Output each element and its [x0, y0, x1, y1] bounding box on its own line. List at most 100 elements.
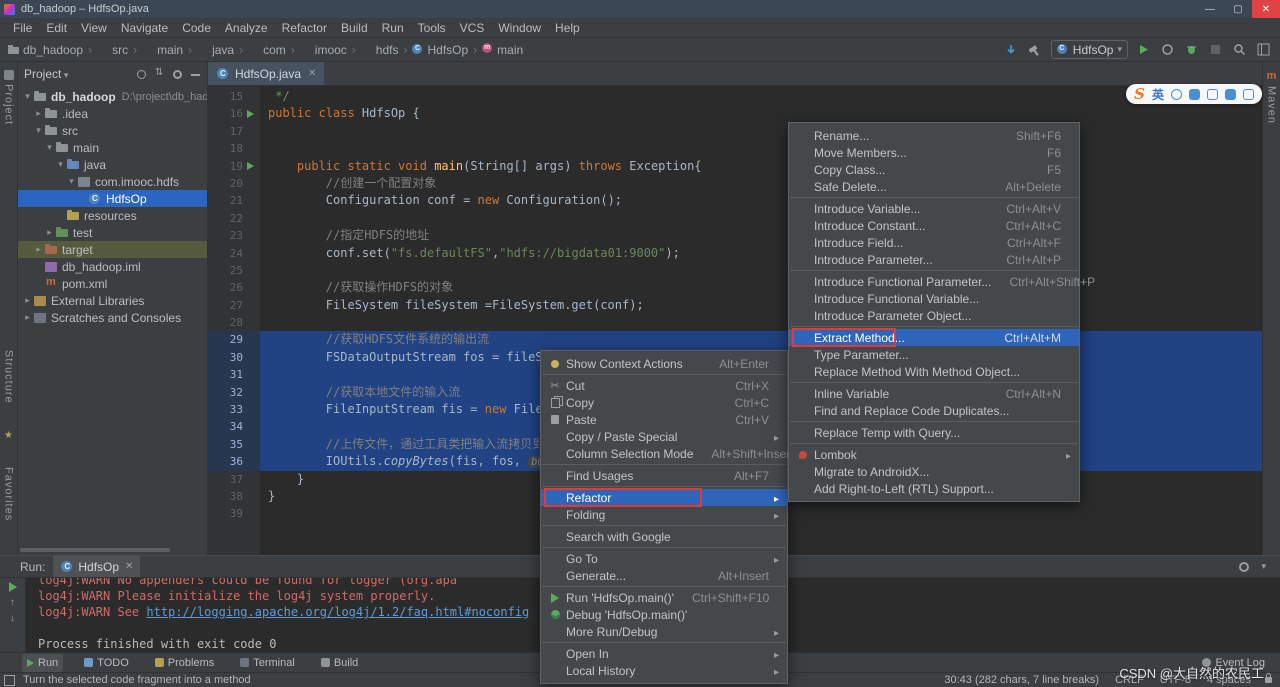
menu-bar-item[interactable]: Build	[334, 18, 375, 38]
context-menu-item[interactable]: Column Selection Mode Alt+Shift+Insert	[541, 445, 793, 462]
breadcrumb-item[interactable]: com	[248, 43, 300, 57]
run-line-icon[interactable]	[246, 110, 260, 118]
refactor-menu-item[interactable]: Migrate to AndroidX...	[789, 463, 1079, 480]
breadcrumb-item[interactable]: hdfs	[361, 43, 413, 57]
refactor-menu-item[interactable]: Introduce Parameter... Ctrl+Alt+P	[789, 251, 1079, 268]
lock-icon[interactable]	[1265, 673, 1272, 683]
project-tree-item[interactable]: db_hadoop D:\project\db_had	[18, 88, 207, 105]
refactor-menu-item[interactable]: Replace Temp with Query...	[789, 424, 1079, 441]
menu-bar-item[interactable]: VCS	[453, 18, 492, 38]
tree-chevron-icon[interactable]	[22, 312, 33, 323]
code-line[interactable]: 17	[208, 122, 1262, 141]
code-line[interactable]: 24 conf.set("fs.defaultFS","hdfs://bigda…	[208, 244, 1262, 262]
wrench-icon[interactable]	[1243, 88, 1254, 100]
project-tree-item[interactable]: db_hadoop.iml	[18, 258, 207, 275]
menu-bar-item[interactable]: Navigate	[114, 18, 175, 38]
tree-chevron-icon[interactable]	[33, 108, 44, 119]
refactor-menu-item[interactable]: Introduce Variable... Ctrl+Alt+V	[789, 200, 1079, 217]
context-menu-item[interactable]: Debug 'HdfsOp.main()'	[541, 606, 787, 623]
tree-chevron-icon[interactable]	[22, 295, 33, 306]
run-line-icon[interactable]	[246, 162, 260, 170]
code-line[interactable]: 16 public class HdfsOp {	[208, 105, 1262, 123]
project-tree-item[interactable]: com.imooc.hdfs	[18, 173, 207, 190]
menu-bar-item[interactable]: Run	[375, 18, 411, 38]
breadcrumb-item[interactable]: main	[142, 43, 197, 57]
refactor-menu-item[interactable]: Extract Method... Ctrl+Alt+M	[789, 328, 1079, 347]
minimize-button[interactable]: —	[1196, 0, 1224, 18]
up-arrow-icon[interactable]: ↑	[10, 598, 15, 608]
hide-panel-icon[interactable]	[190, 69, 201, 80]
close-button[interactable]: ✕	[1252, 0, 1280, 18]
toolbox-icon[interactable]	[1225, 88, 1236, 100]
project-tree-item[interactable]: main	[18, 139, 207, 156]
ime-toolbar[interactable]: S 英	[1126, 84, 1262, 104]
menu-bar-item[interactable]: View	[74, 18, 114, 38]
gear-icon[interactable]	[172, 69, 183, 80]
project-tree-item[interactable]: .idea	[18, 105, 207, 122]
run-configuration-select[interactable]: HdfsOp ▾	[1050, 40, 1128, 59]
tree-chevron-icon[interactable]	[44, 142, 55, 153]
menu-bar-item[interactable]: Window	[491, 18, 548, 38]
context-menu-item[interactable]: Search with Google	[541, 528, 787, 545]
refactor-menu-item[interactable]: Move Members... F6	[789, 144, 1079, 161]
code-line[interactable]: 25	[208, 261, 1262, 280]
project-tree-item[interactable]: target	[18, 241, 207, 258]
refactor-menu-item[interactable]: Introduce Functional Parameter... Ctrl+A…	[789, 273, 1095, 290]
collapse-all-icon[interactable]	[154, 67, 165, 80]
menu-bar-item[interactable]: Tools	[411, 18, 453, 38]
code-line[interactable]: 23 //指定HDFS的地址	[208, 227, 1262, 245]
breadcrumb-item[interactable]: src	[97, 43, 142, 57]
context-menu-item[interactable]: Refactor	[541, 488, 787, 507]
project-tree-item[interactable]: pom.xml	[18, 275, 207, 292]
code-line[interactable]: 27 FileSystem fileSystem =FileSystem.get…	[208, 296, 1262, 315]
status-bar-widget[interactable]: 30:43 (282 chars, 7 line breaks)	[944, 674, 1099, 686]
code-line[interactable]: 15 */	[208, 88, 1262, 106]
context-menu-item[interactable]: More Run/Debug	[541, 623, 787, 640]
coverage-button[interactable]	[1159, 41, 1176, 58]
context-menu-item[interactable]: Copy Ctrl+C	[541, 394, 787, 411]
context-menu-item[interactable]: Open In	[541, 645, 787, 662]
close-tab-icon[interactable]: ✕	[125, 561, 133, 572]
sogou-logo-icon[interactable]: S	[1134, 85, 1145, 103]
breadcrumb-item[interactable]: imooc	[300, 43, 361, 57]
refactor-menu-item[interactable]: Introduce Constant... Ctrl+Alt+C	[789, 217, 1079, 234]
context-menu-item[interactable]: Find Usages Alt+F7	[541, 467, 787, 484]
code-line[interactable]: 20 //创建一个配置对象	[208, 174, 1262, 193]
tool-windows-icon[interactable]	[1255, 41, 1272, 58]
code-line[interactable]: 19 public static void main(String[] args…	[208, 157, 1262, 175]
refactor-menu-item[interactable]: Introduce Parameter Object...	[789, 307, 1079, 324]
maven-tool-tab[interactable]: Maven	[1266, 86, 1278, 124]
horizontal-scrollbar[interactable]	[20, 548, 170, 552]
refactor-menu-item[interactable]: Replace Method With Method Object...	[789, 363, 1079, 380]
menu-bar-item[interactable]: Refactor	[275, 18, 334, 38]
project-tree-item[interactable]: src	[18, 122, 207, 139]
debug-button[interactable]	[1183, 41, 1200, 58]
tree-chevron-icon[interactable]	[55, 159, 66, 170]
project-tree-item[interactable]: HdfsOp	[18, 190, 207, 207]
search-everywhere-icon[interactable]	[1231, 41, 1248, 58]
locate-file-icon[interactable]	[136, 69, 147, 80]
code-line[interactable]: 28	[208, 314, 1262, 332]
context-menu-item[interactable]: Run 'HdfsOp.main()' Ctrl+Shift+F10	[541, 589, 787, 606]
tree-chevron-icon[interactable]	[44, 227, 55, 238]
tree-chevron-icon[interactable]	[33, 244, 44, 255]
down-arrow-icon[interactable]: ↓	[10, 614, 15, 624]
breadcrumb-item[interactable]: db_hadoop	[8, 43, 97, 57]
context-menu-item[interactable]: Cut Ctrl+X	[541, 377, 787, 394]
menu-bar-item[interactable]: Help	[548, 18, 587, 38]
refactor-menu-item[interactable]: Introduce Functional Variable...	[789, 290, 1079, 307]
tool-window-button[interactable]: TODO	[79, 654, 134, 672]
context-menu-item[interactable]: Copy / Paste Special	[541, 428, 787, 445]
refactor-menu-item[interactable]: Lombok	[789, 446, 1079, 463]
tree-chevron-icon[interactable]	[66, 176, 77, 187]
menu-bar-item[interactable]: File	[6, 18, 39, 38]
project-view-selector[interactable]: Project	[24, 67, 68, 81]
refactor-menu-item[interactable]: Rename... Shift+F6	[789, 127, 1079, 144]
favorites-tool-tab[interactable]: Favorites	[3, 467, 15, 521]
emoji-icon[interactable]	[1171, 88, 1182, 100]
project-tool-icon[interactable]	[3, 70, 14, 80]
breadcrumb-item[interactable]: java	[197, 43, 248, 57]
refactor-menu-item[interactable]: Type Parameter...	[789, 346, 1079, 363]
tree-chevron-icon[interactable]	[22, 91, 33, 102]
close-tab-icon[interactable]: ✕	[308, 68, 316, 79]
